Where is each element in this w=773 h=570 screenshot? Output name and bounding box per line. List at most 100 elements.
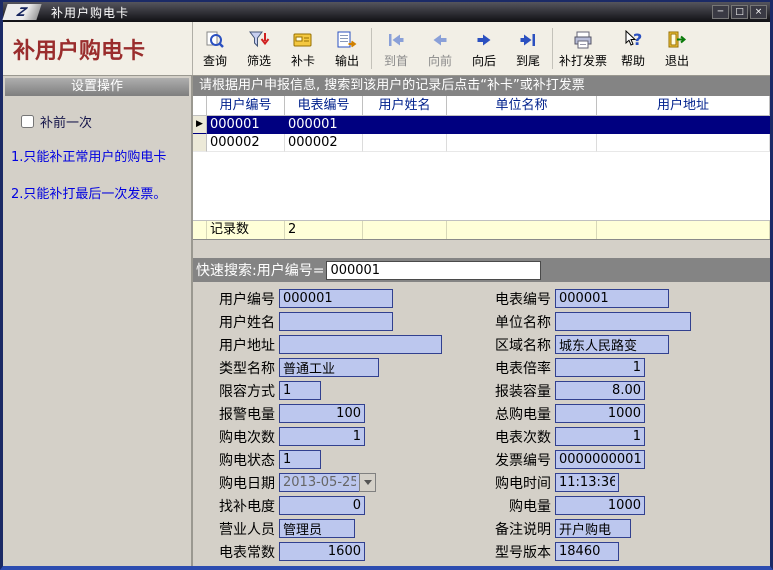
- unit-name-field[interactable]: [555, 312, 691, 331]
- go-next-button[interactable]: 向后: [462, 22, 506, 75]
- reprint-invoice-icon: [572, 29, 594, 51]
- filter-button[interactable]: 筛选: [237, 22, 281, 75]
- cell-user-name[interactable]: [363, 116, 447, 134]
- query-button-label: 查询: [203, 52, 227, 69]
- help-button[interactable]: ? 帮助: [611, 22, 655, 75]
- go-last-button[interactable]: 到尾: [506, 22, 550, 75]
- window-controls: ─ □ ×: [712, 5, 767, 19]
- cell-meter-id[interactable]: 000002: [285, 134, 363, 152]
- cell-unit-name[interactable]: [447, 134, 597, 152]
- region-name-field[interactable]: [555, 335, 669, 354]
- user-id-label: 用户编号: [193, 289, 279, 309]
- purchase-time-field[interactable]: [555, 473, 619, 492]
- grid-search-gap: [193, 240, 770, 258]
- output-button[interactable]: 输出: [325, 22, 369, 75]
- operator-field[interactable]: [279, 519, 355, 538]
- help-icon: ?: [622, 29, 644, 51]
- go-first-button-label: 到首: [384, 52, 408, 69]
- type-name-field[interactable]: [279, 358, 379, 377]
- next-icon: [474, 29, 494, 51]
- user-name-field[interactable]: [279, 312, 393, 331]
- query-button[interactable]: 查询: [193, 22, 237, 75]
- installed-capacity-field[interactable]: [555, 381, 645, 400]
- meter-count-field[interactable]: [555, 427, 645, 446]
- alarm-energy-label: 报警电量: [193, 404, 279, 424]
- exit-button[interactable]: 退出: [655, 22, 699, 75]
- records-grid: 用户编号 电表编号 用户姓名 单位名称 用户地址 ▶ 000001 000001: [193, 96, 770, 240]
- grid-col-user-address[interactable]: 用户地址: [597, 96, 770, 115]
- record-count-row: 记录数 2: [193, 220, 770, 239]
- cell-user-address[interactable]: [597, 134, 770, 152]
- purchase-date-combo[interactable]: [279, 473, 376, 492]
- prev-once-checkbox-row[interactable]: 补前一次: [21, 112, 189, 131]
- purchase-energy-label: 购电量: [447, 496, 555, 516]
- limit-mode-label: 限容方式: [193, 381, 279, 401]
- remark-label: 备注说明: [447, 519, 555, 539]
- meter-ratio-field[interactable]: [555, 358, 645, 377]
- minimize-button[interactable]: ─: [712, 5, 729, 19]
- grid-col-user-name[interactable]: 用户姓名: [363, 96, 447, 115]
- cell-unit-name[interactable]: [447, 116, 597, 134]
- purchase-status-field[interactable]: [279, 450, 321, 469]
- invoice-no-label: 发票编号: [447, 450, 555, 470]
- installed-capacity-label: 报装容量: [447, 381, 555, 401]
- cell-meter-id[interactable]: 000001: [285, 116, 363, 134]
- total-energy-field[interactable]: [555, 404, 645, 423]
- grid-col-meter-id[interactable]: 电表编号: [285, 96, 363, 115]
- chevron-down-icon[interactable]: [359, 473, 376, 492]
- alarm-energy-field[interactable]: [279, 404, 365, 423]
- reissue-card-button[interactable]: 补卡: [281, 22, 325, 75]
- grid-col-user-id[interactable]: 用户编号: [207, 96, 285, 115]
- purchase-energy-field[interactable]: [555, 496, 645, 515]
- first-icon: [386, 29, 406, 51]
- purchase-date-field[interactable]: [279, 473, 359, 492]
- app-window: Z 补用户购电卡 ─ □ × 补用户购电卡 查询 筛选: [0, 0, 773, 570]
- meter-count-label: 电表次数: [447, 427, 555, 447]
- instruction-bar: 请根据用户申报信息, 搜索到该用户的记录后点击“补卡”或补打发票: [193, 76, 770, 96]
- table-row[interactable]: 000002 000002: [193, 134, 770, 152]
- cell-user-id[interactable]: 000001: [207, 116, 285, 134]
- prev-once-checkbox[interactable]: [21, 115, 34, 128]
- quick-search-label: 快速搜索:用户编号=: [196, 260, 324, 280]
- row-selector-cell: [193, 134, 207, 152]
- title-bar: Z 补用户购电卡 ─ □ ×: [3, 2, 770, 22]
- user-address-field[interactable]: [279, 335, 442, 354]
- meter-constant-field[interactable]: [279, 542, 365, 561]
- meter-constant-label: 电表常数: [193, 542, 279, 562]
- meter-id-field[interactable]: [555, 289, 669, 308]
- grid-col-unit-name[interactable]: 单位名称: [447, 96, 597, 115]
- limit-mode-field[interactable]: [279, 381, 321, 400]
- prev-once-checkbox-label: 补前一次: [40, 112, 92, 131]
- table-row[interactable]: ▶ 000001 000001: [193, 116, 770, 134]
- reissue-card-button-label: 补卡: [291, 52, 315, 69]
- adjust-energy-label: 找补电度: [193, 496, 279, 516]
- user-id-field[interactable]: [279, 289, 393, 308]
- close-button[interactable]: ×: [750, 5, 767, 19]
- reprint-invoice-button-label: 补打发票: [559, 52, 607, 69]
- toolbar: 补用户购电卡 查询 筛选 补卡: [3, 22, 770, 76]
- toolbar-separator: [552, 28, 553, 69]
- user-address-label: 用户地址: [193, 335, 279, 355]
- grid-selector-header: [193, 96, 207, 115]
- model-version-field[interactable]: [555, 542, 619, 561]
- purchase-count-field[interactable]: [279, 427, 365, 446]
- filter-icon: [248, 29, 270, 51]
- invoice-no-field[interactable]: [555, 450, 645, 469]
- remark-field[interactable]: [555, 519, 631, 538]
- model-version-label: 型号版本: [447, 542, 555, 562]
- purchase-time-label: 购电时间: [447, 473, 555, 493]
- record-count-selector-cell: [193, 221, 207, 239]
- quick-search-input[interactable]: [326, 261, 541, 280]
- maximize-button[interactable]: □: [731, 5, 748, 19]
- output-button-label: 输出: [335, 52, 359, 69]
- cell-user-address[interactable]: [597, 116, 770, 134]
- purchase-date-label: 购电日期: [193, 473, 279, 493]
- reprint-invoice-button[interactable]: 补打发票: [555, 22, 611, 75]
- cell-user-id[interactable]: 000002: [207, 134, 285, 152]
- sidebar-note-1: 1.只能补正常用户的购电卡: [11, 149, 183, 168]
- cell-user-name[interactable]: [363, 134, 447, 152]
- adjust-energy-field[interactable]: [279, 496, 365, 515]
- toolbar-buttons: 查询 筛选 补卡 输出: [193, 22, 699, 75]
- purchase-count-label: 购电次数: [193, 427, 279, 447]
- search-icon: [204, 29, 226, 51]
